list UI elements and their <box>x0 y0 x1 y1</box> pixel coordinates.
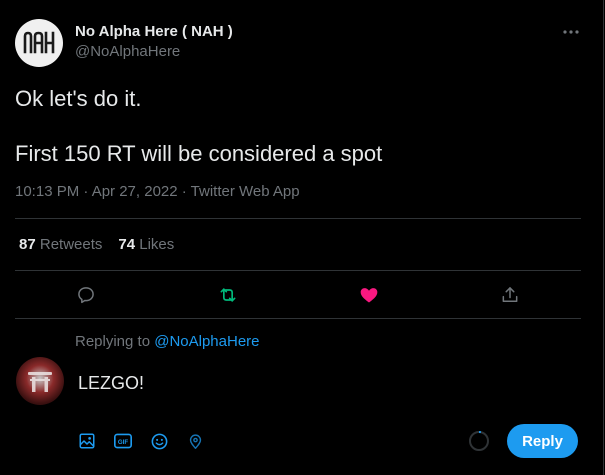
author-handle[interactable]: @NoAlphaHere <box>75 43 180 60</box>
character-count-progress <box>468 430 490 452</box>
reply-button[interactable]: Reply <box>507 424 578 458</box>
replying-to: Replying to @NoAlphaHere <box>75 333 260 350</box>
nah-logo <box>23 31 55 54</box>
gif-icon[interactable]: GIF <box>112 430 134 452</box>
tweet-timestamp[interactable]: 10:13 PM · Apr 27, 2022 · Twitter Web Ap… <box>15 183 300 200</box>
author-name[interactable]: No Alpha Here ( NAH ) <box>75 23 233 40</box>
author-avatar[interactable] <box>15 19 63 67</box>
comment-icon[interactable] <box>74 283 98 307</box>
likes-stat[interactable]: 74 Likes <box>118 236 174 253</box>
tweet-stats: 87 Retweets 74 Likes <box>19 236 174 253</box>
likes-count: 74 <box>118 236 136 253</box>
user-avatar[interactable] <box>16 357 64 405</box>
replying-to-prefix: Replying to <box>75 333 151 350</box>
retweets-stat[interactable]: 87 Retweets <box>19 236 102 253</box>
divider <box>15 218 581 219</box>
reply-input[interactable]: LEZGO! <box>78 373 144 394</box>
svg-text:GIF: GIF <box>118 439 128 446</box>
emoji-icon[interactable] <box>148 430 170 452</box>
share-icon[interactable] <box>498 283 522 307</box>
retweets-label: Retweets <box>39 236 103 253</box>
tweet-text-line-1: Ok let's do it. <box>15 86 142 111</box>
replying-to-handle[interactable]: @NoAlphaHere <box>154 333 259 350</box>
more-options-icon[interactable] <box>556 20 586 44</box>
tweet-detail-panel: No Alpha Here ( NAH ) @NoAlphaHere Ok le… <box>0 0 604 475</box>
heart-filled-icon[interactable] <box>357 283 381 307</box>
retweet-icon[interactable] <box>216 283 240 307</box>
tweet-text-line-2: First 150 RT will be considered a spot <box>15 141 383 166</box>
avatar-emblem <box>28 372 52 392</box>
divider <box>15 270 581 271</box>
retweets-count: 87 <box>19 236 36 253</box>
media-icon[interactable] <box>76 430 98 452</box>
location-icon[interactable] <box>184 430 206 452</box>
likes-label: Likes <box>139 236 175 253</box>
divider <box>15 318 581 319</box>
